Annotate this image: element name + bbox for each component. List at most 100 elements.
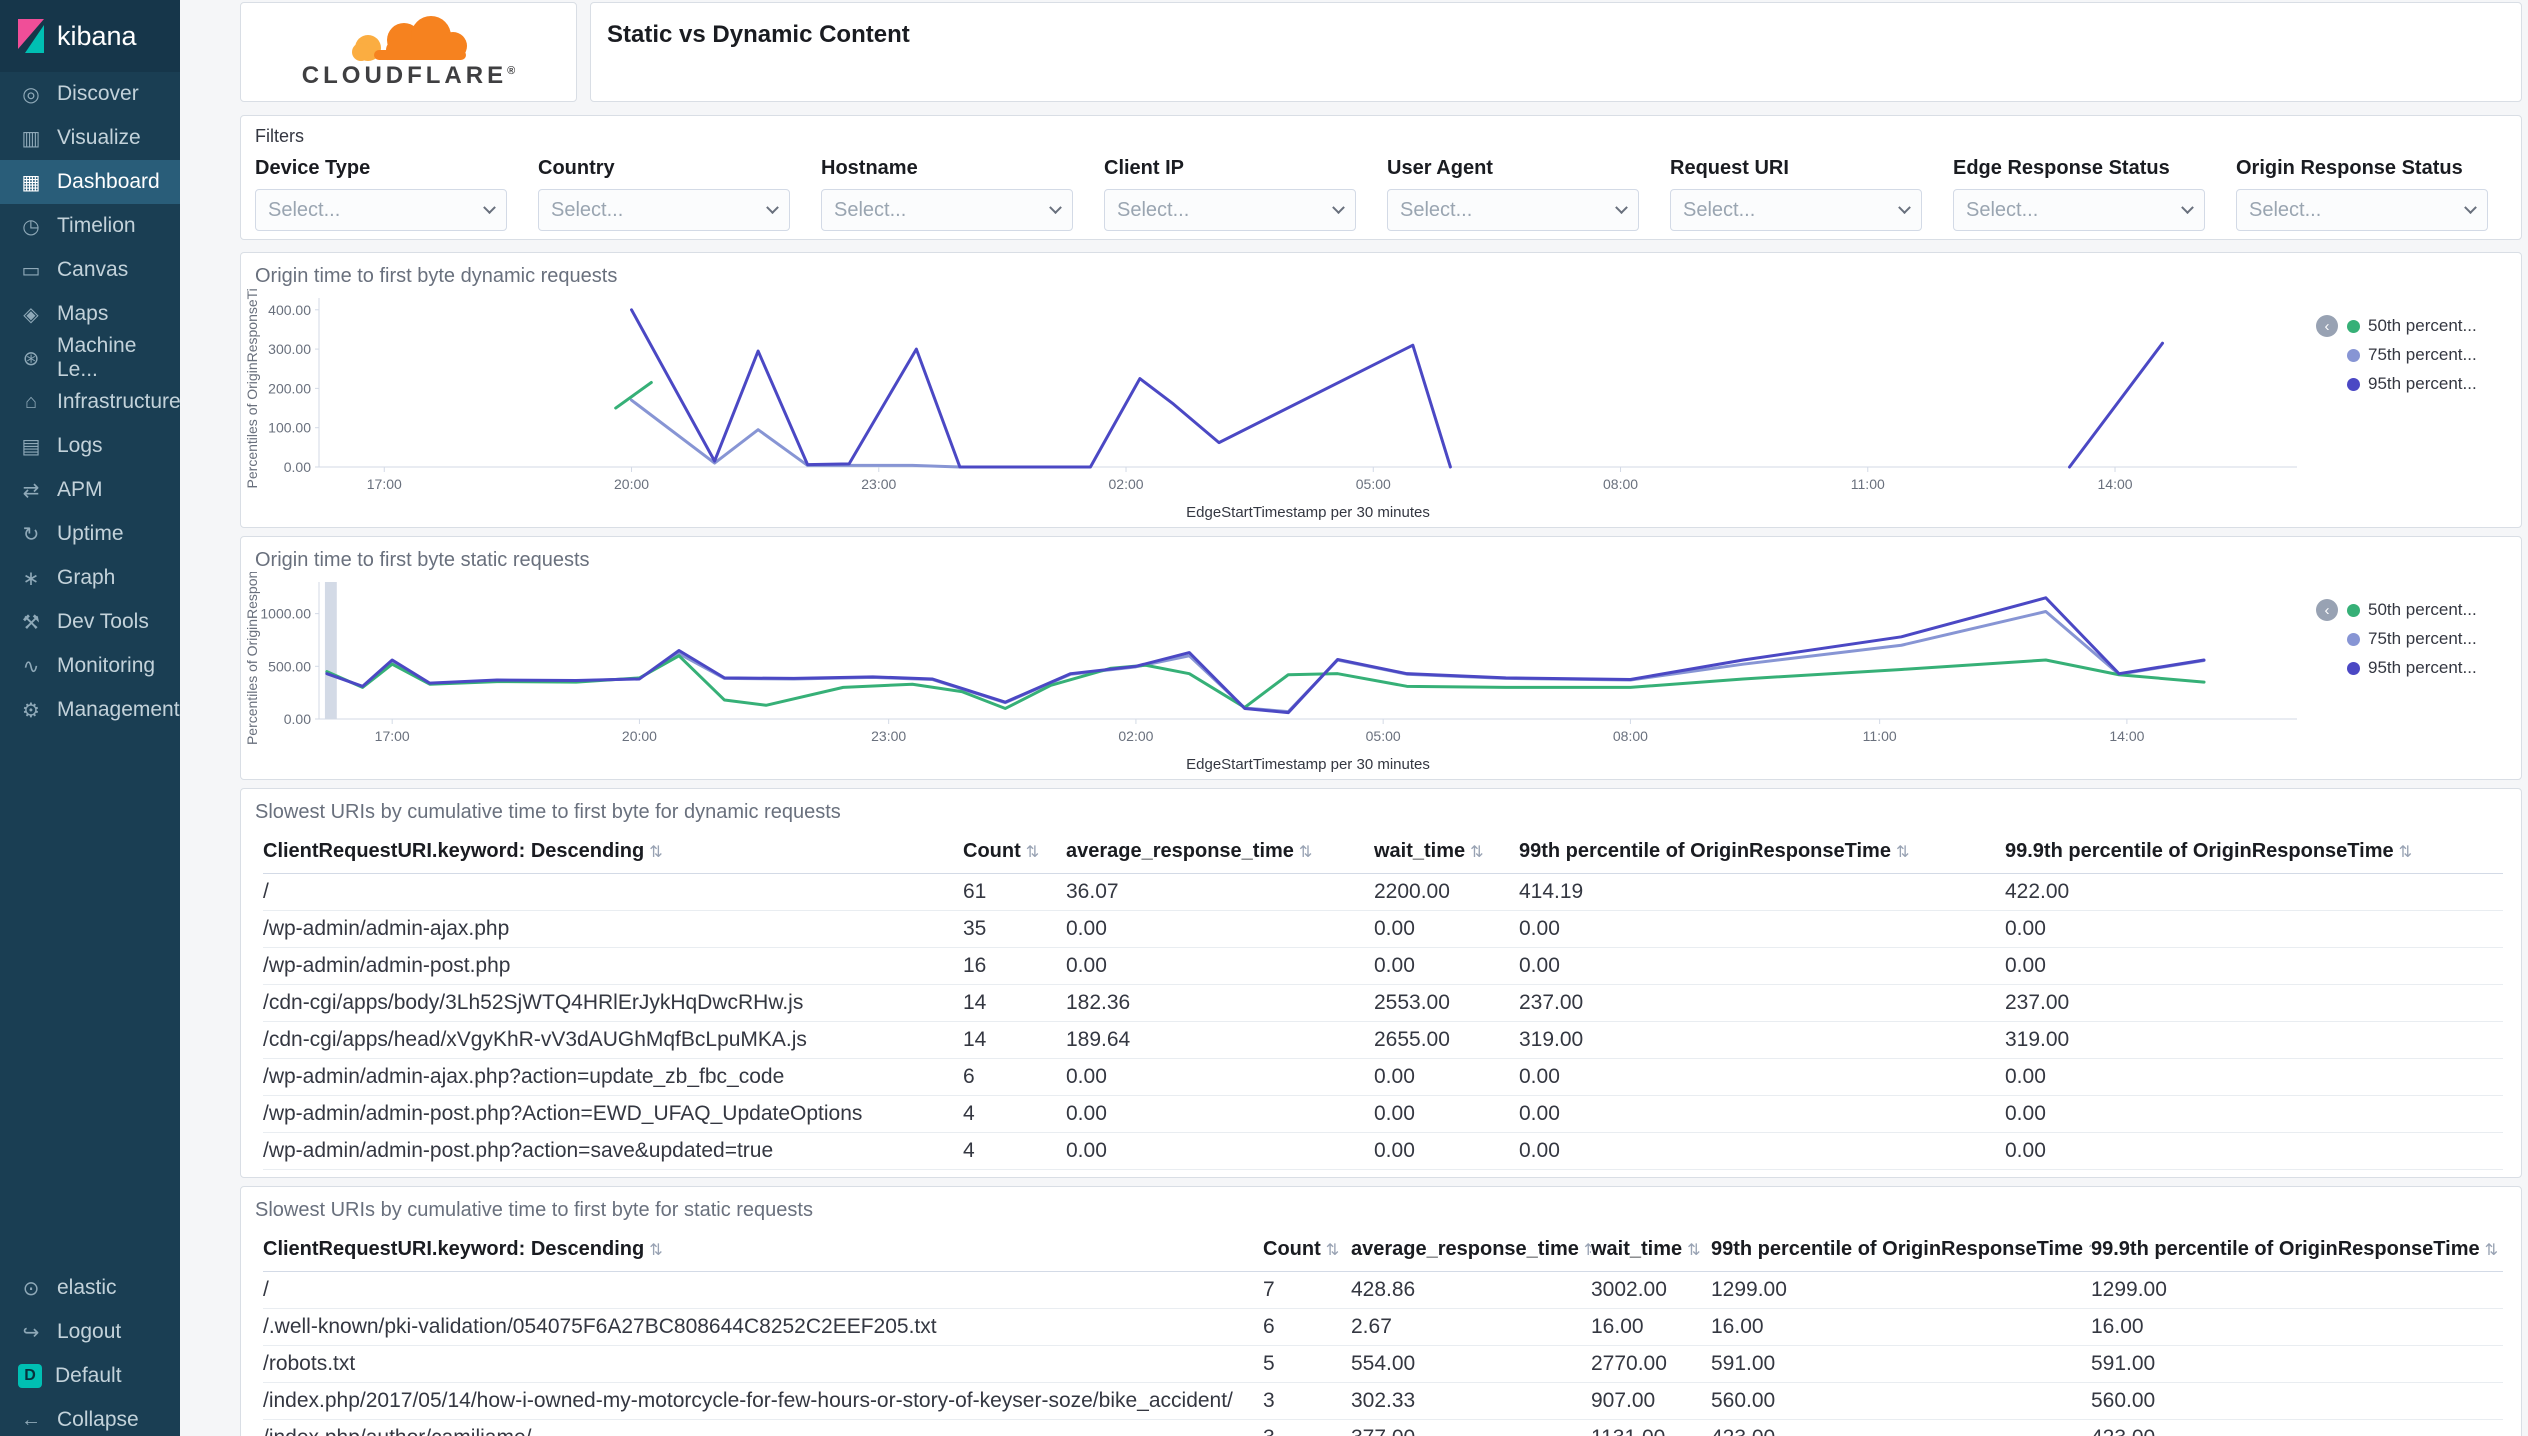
svg-text:300.00: 300.00	[268, 341, 311, 357]
value-cell: 2.67	[1351, 1308, 1591, 1346]
value-cell: 591.00	[2091, 1345, 2503, 1383]
value-cell: 2553.00	[1374, 984, 1519, 1022]
legend-toggle-icon[interactable]: ‹	[2316, 315, 2338, 337]
column-header[interactable]: ClientRequestURI.keyword: Descending ⇅	[263, 1228, 1263, 1272]
filter-select-device-type[interactable]: Select...	[255, 189, 507, 231]
sidebar-item-elastic[interactable]: ⊙ elastic	[0, 1266, 180, 1310]
value-cell: 182.36	[1066, 984, 1374, 1022]
uri-cell: /	[263, 1271, 1263, 1309]
filter-label: Client IP	[1104, 157, 1185, 179]
sidebar-item-label: Discover	[57, 82, 139, 105]
column-header[interactable]: wait_time ⇅	[1591, 1228, 1711, 1272]
legend-item[interactable]: 95th percent...	[2347, 658, 2515, 678]
sidebar-item-canvas[interactable]: ▭ Canvas	[0, 248, 180, 292]
table-row: /wp-admin/admin-ajax.php 35 0.00 0.00 0.00 0.…	[263, 910, 2503, 948]
legend-item[interactable]: 50th percent...	[2347, 316, 2515, 336]
chevron-down-icon	[2181, 200, 2194, 214]
sidebar-item-collapse[interactable]: ← Collapse	[0, 1398, 180, 1436]
column-header[interactable]: Count ⇅	[963, 830, 1066, 874]
chart-legend: ‹ 50th percent... 75th percent... 95th perc…	[2311, 288, 2521, 527]
column-header[interactable]: ClientRequestURI.keyword: Descending ⇅	[263, 830, 963, 874]
value-cell: 237.00	[2005, 984, 2503, 1022]
sidebar-item-machine-learning[interactable]: ⊛ Machine Le...	[0, 334, 180, 381]
value-cell: 16.00	[2091, 1308, 2503, 1346]
column-header[interactable]: average_response_time⇅	[1066, 830, 1374, 874]
svg-text:20:00: 20:00	[622, 728, 657, 744]
sidebar-item-management[interactable]: ⚙ Management	[0, 688, 180, 732]
filter-select-country[interactable]: Select...	[538, 189, 790, 231]
value-cell: 16.00	[1711, 1308, 2091, 1346]
sidebar-footer: ⊙ elastic ↪ Logout D Default ← Collapse	[0, 1266, 180, 1436]
sidebar-item-dev-tools[interactable]: ⚒ Dev Tools	[0, 600, 180, 644]
select-placeholder: Select...	[2249, 198, 2322, 221]
legend-toggle-icon[interactable]: ‹	[2316, 599, 2338, 621]
chart-plot-area[interactable]: 0.00 500.00 1000.00 17:00 20:00 23:00 02:00 05:…	[241, 556, 2311, 779]
filter-select-request-uri[interactable]: Select...	[1670, 189, 1922, 231]
legend-dot-icon	[2347, 377, 2360, 391]
uri-cell: /	[263, 873, 963, 911]
uri-cell: /robots.txt	[263, 1345, 1263, 1383]
sidebar-item-infrastructure[interactable]: ⌂ Infrastructure	[0, 380, 181, 424]
legend-item[interactable]: 75th percent...	[2347, 345, 2515, 365]
sidebar-item-monitoring[interactable]: ∿ Monitoring	[0, 644, 180, 688]
uri-cell: /cdn-cgi/apps/body/3Lh52SjWTQ4HRlErJykHq…	[263, 984, 963, 1022]
dashboard-header-row: CLOUDFLARE® Static vs Dynamic Content	[240, 2, 2522, 102]
value-cell: 189.64	[1066, 1021, 1374, 1059]
legend-item[interactable]: 75th percent...	[2347, 629, 2515, 649]
column-header[interactable]: Count ⇅	[1263, 1228, 1351, 1272]
chart-plot-area[interactable]: 0.00 100.00 200.00 300.00 400.00 17:00 20:00 23…	[241, 277, 2311, 527]
column-header[interactable]: 99.9th percentile of OriginResponseTime ⇅	[2005, 830, 2503, 874]
sidebar-item-label: Management	[57, 698, 180, 721]
table-title: Slowest URIs by cumulative time to first…	[255, 801, 841, 823]
column-header[interactable]: 99.9th percentile of OriginResponseTime ⇅	[2091, 1228, 2503, 1272]
filter-hostname: Hostname Select...	[821, 157, 1073, 231]
filter-select-user-agent[interactable]: Select...	[1387, 189, 1639, 231]
slowest-uris-dynamic-table: ClientRequestURI.keyword: Descending ⇅ Cou…	[263, 830, 2503, 1177]
sidebar-item-uptime[interactable]: ↻ Uptime	[0, 512, 180, 556]
sidebar-item-maps[interactable]: ◈ Maps	[0, 292, 180, 336]
sidebar-item-label: APM	[57, 478, 103, 501]
svg-text:14:00: 14:00	[2098, 476, 2133, 492]
legend-item[interactable]: 50th percent...	[2347, 600, 2515, 620]
elastic-icon: ⊙	[22, 1277, 40, 1300]
sidebar-item-label: Logout	[57, 1320, 122, 1343]
filter-user-agent: User Agent Select...	[1387, 157, 1639, 231]
sidebar-item-dashboard[interactable]: ▦ Dashboard	[0, 160, 180, 204]
svg-text:17:00: 17:00	[375, 728, 410, 744]
legend-dot-icon	[2347, 348, 2360, 362]
kibana-logo-bar[interactable]: kibana	[0, 0, 180, 72]
column-header[interactable]: 99th percentile of OriginResponseTime⇅	[1711, 1228, 2091, 1272]
sidebar-item-discover[interactable]: ◎ Discover	[0, 72, 180, 116]
visualize-icon: ▥	[21, 127, 41, 150]
filter-select-hostname[interactable]: Select...	[821, 189, 1073, 231]
sidebar-item-visualize[interactable]: ▥ Visualize	[0, 116, 180, 160]
filter-select-origin-response-status[interactable]: Select...	[2236, 189, 2488, 231]
timelion-icon: ◷	[22, 215, 40, 238]
sidebar-item-default-space[interactable]: D Default	[0, 1354, 180, 1398]
sidebar-item-logs[interactable]: ▤ Logs	[0, 424, 180, 468]
chart-canvas[interactable]: 0.00 500.00 1000.00 17:00 20:00 23:00 02:00 05:…	[241, 556, 2311, 779]
sidebar-item-label: Monitoring	[57, 654, 156, 677]
select-placeholder: Select...	[1117, 198, 1190, 221]
uri-cell: /wp-admin/admin-post.php?Action=EWD_UFAQ…	[263, 1095, 963, 1133]
chart-canvas[interactable]: 0.00 100.00 200.00 300.00 400.00 17:00 20:00 23…	[241, 277, 2311, 527]
filter-request-uri: Request URI Select...	[1670, 157, 1922, 231]
column-header[interactable]: 99th percentile of OriginResponseTime⇅	[1519, 830, 2005, 874]
column-header[interactable]: wait_time ⇅	[1374, 830, 1519, 874]
dashboard-title: Static vs Dynamic Content	[607, 21, 910, 48]
sidebar-item-graph[interactable]: ∗ Graph	[0, 556, 180, 600]
svg-text:23:00: 23:00	[861, 476, 896, 492]
value-cell: 560.00	[2091, 1382, 2503, 1420]
filters-panel: Filters Device Type Select... Country Selec…	[240, 115, 2522, 240]
value-cell: 7	[1263, 1271, 1351, 1309]
legend-label: 95th percent...	[2368, 374, 2477, 393]
filter-select-client-ip[interactable]: Select...	[1104, 189, 1356, 231]
legend-item[interactable]: 95th percent...	[2347, 374, 2515, 394]
value-cell: 0.00	[1066, 1132, 1374, 1170]
sidebar-item-timelion[interactable]: ◷ Timelion	[0, 204, 180, 248]
sidebar-item-logout[interactable]: ↪ Logout	[0, 1310, 180, 1354]
sidebar-item-apm[interactable]: ⇄ APM	[0, 468, 180, 512]
column-header[interactable]: average_response_time⇅	[1351, 1228, 1591, 1272]
filter-select-edge-response-status[interactable]: Select...	[1953, 189, 2205, 231]
chart-body: 0.00 500.00 1000.00 17:00 20:00 23:00 02:00 05:…	[241, 556, 2521, 779]
